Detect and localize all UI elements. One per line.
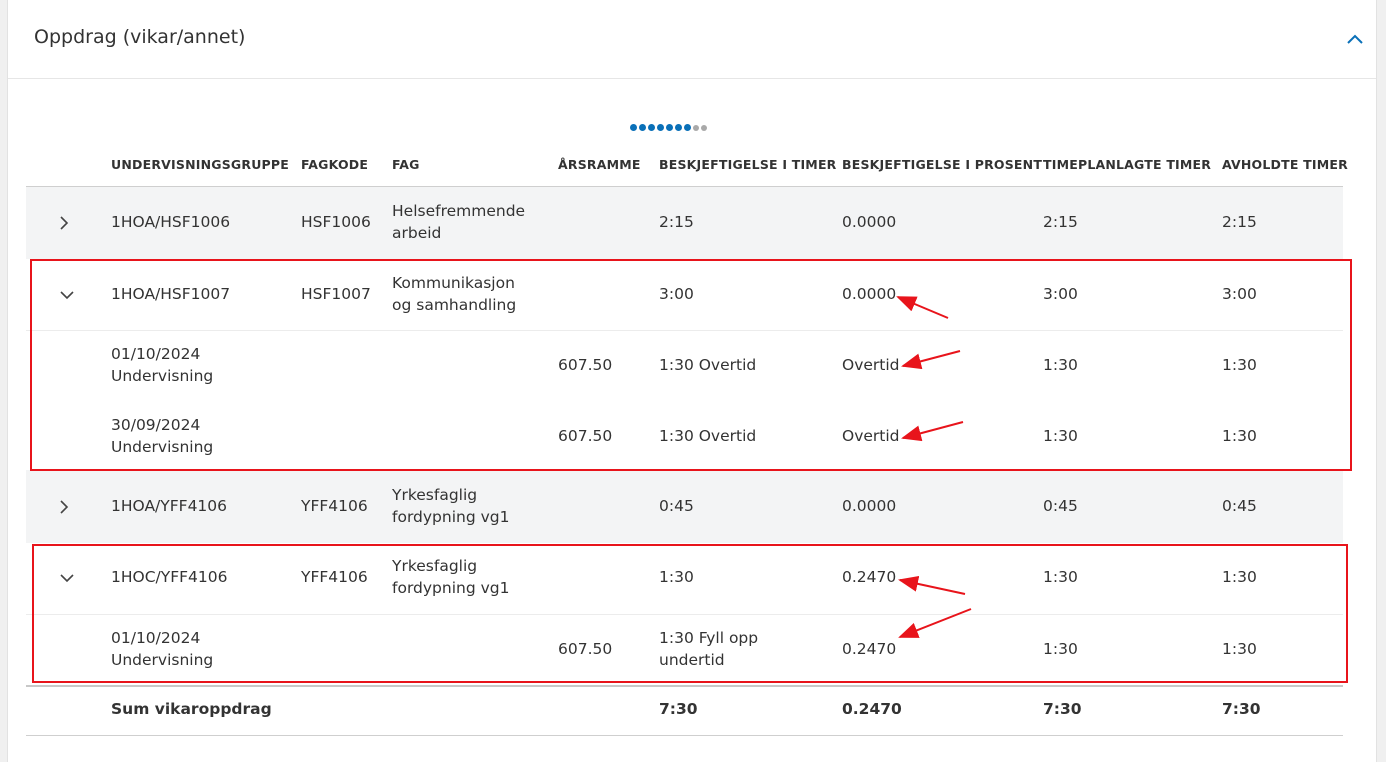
col-header-planned[interactable]: TIMEPLANLAGTE TIMER: [1043, 157, 1211, 172]
percent-cell: 0.0000: [842, 213, 897, 231]
table-bottom-border: [26, 735, 1343, 736]
chevron-right-icon: [60, 500, 69, 514]
expand-row-button[interactable]: [57, 499, 71, 514]
percent-cell: 0.0000: [842, 497, 897, 515]
page-dot[interactable]: [630, 124, 637, 131]
col-header-frame[interactable]: ÅRSRAMME: [558, 157, 641, 172]
page-dot[interactable]: [675, 124, 682, 131]
col-header-group[interactable]: UNDERVISNINGSGRUPPE: [111, 157, 289, 172]
subject-cell-line2: fordypning vg1: [392, 508, 510, 526]
planned-cell: 0:45: [1043, 497, 1078, 515]
column-pagination-dots[interactable]: [630, 124, 707, 131]
sum-planned: 7:30: [1043, 700, 1082, 718]
col-header-hours[interactable]: BESKJEFTIGELSE I TIMER: [659, 157, 837, 172]
page-dot[interactable]: [693, 125, 699, 131]
card-header[interactable]: Oppdrag (vikar/annet): [8, 0, 1376, 79]
hours-cell: 0:45: [659, 497, 694, 515]
page-dot[interactable]: [701, 125, 707, 131]
sum-held: 7:30: [1222, 700, 1261, 718]
col-header-percent[interactable]: BESKJEFTIGELSE I PROSENT: [842, 157, 1042, 172]
hours-cell: 2:15: [659, 213, 694, 231]
chevron-up-icon: [1347, 34, 1363, 44]
page-dot[interactable]: [684, 124, 691, 131]
page-dot[interactable]: [648, 124, 655, 131]
group-cell: 1HOA/YFF4106: [111, 497, 228, 515]
col-header-held[interactable]: AVHOLDTE TIMER: [1222, 157, 1348, 172]
card-title: Oppdrag (vikar/annet): [34, 26, 246, 48]
code-cell: YFF4106: [301, 497, 368, 515]
planned-cell: 2:15: [1043, 213, 1078, 231]
sum-divider: [26, 685, 1343, 687]
sum-percent: 0.2470: [842, 700, 902, 718]
collapse-button[interactable]: [1342, 26, 1368, 52]
subject-cell: Helsefremmende: [392, 202, 526, 220]
page-dot[interactable]: [657, 124, 664, 131]
sum-label: Sum vikaroppdrag: [111, 700, 272, 718]
held-cell: 0:45: [1222, 497, 1257, 515]
code-cell: HSF1006: [301, 213, 371, 231]
highlight-box: [30, 259, 1352, 471]
highlight-box: [32, 544, 1348, 683]
group-cell: 1HOA/HSF1006: [111, 213, 231, 231]
chevron-right-icon: [60, 216, 69, 230]
subject-cell: Yrkesfaglig: [392, 486, 478, 504]
col-header-subject[interactable]: FAG: [392, 157, 420, 172]
subject-cell-line2: arbeid: [392, 224, 442, 242]
expand-row-button[interactable]: [57, 215, 71, 230]
page-dot[interactable]: [666, 124, 673, 131]
col-header-code[interactable]: FAGKODE: [301, 157, 368, 172]
sum-hours: 7:30: [659, 700, 698, 718]
page-dot[interactable]: [639, 124, 646, 131]
held-cell: 2:15: [1222, 213, 1257, 231]
